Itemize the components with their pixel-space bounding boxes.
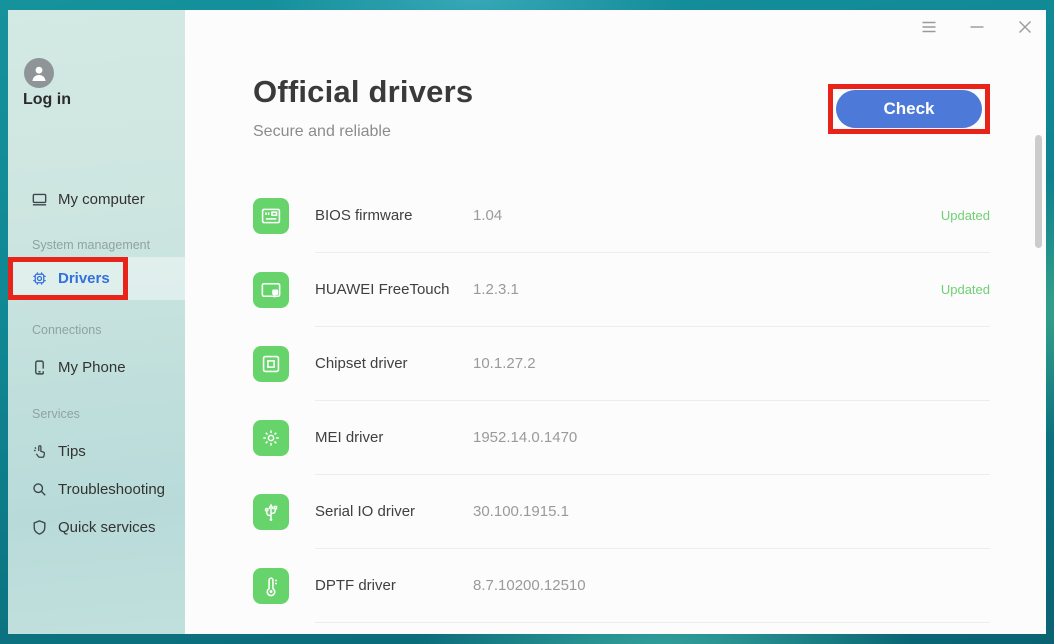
driver-name: DPTF driver <box>315 577 473 594</box>
driver-row[interactable]: BIOS firmware 1.04 Updated <box>253 179 990 253</box>
thermometer-icon <box>253 568 289 604</box>
login-button[interactable]: Log in <box>23 91 71 109</box>
driver-status: Updated <box>941 208 990 223</box>
chip-icon <box>31 270 48 287</box>
sidebar-item-quick-services[interactable]: Quick services <box>8 509 185 545</box>
sidebar-item-label: Quick services <box>58 519 156 536</box>
page-title: Official drivers <box>253 74 473 110</box>
minimize-icon[interactable] <box>969 19 985 35</box>
chipset-icon <box>253 346 289 382</box>
bios-icon <box>253 198 289 234</box>
sidebar-item-label: My computer <box>58 191 145 208</box>
sidebar-item-my-phone[interactable]: My Phone <box>8 349 185 385</box>
sidebar-item-drivers[interactable]: Drivers <box>8 257 185 300</box>
sidebar-item-troubleshooting[interactable]: Troubleshooting <box>8 471 185 507</box>
usb-icon <box>253 494 289 530</box>
phone-icon <box>31 359 48 376</box>
driver-version: 1.2.3.1 <box>473 281 519 298</box>
sidebar-item-label: My Phone <box>58 359 126 376</box>
driver-version: 1952.14.0.1470 <box>473 429 577 446</box>
sidebar-item-label: Troubleshooting <box>58 481 165 498</box>
window-controls <box>921 19 1033 35</box>
sidebar-item-tips[interactable]: Tips <box>8 433 185 469</box>
driver-row[interactable]: HUAWEI FreeTouch 1.2.3.1 Updated <box>253 253 990 327</box>
sidebar-section-system-management: System management <box>32 238 150 254</box>
driver-name: MEI driver <box>315 429 473 446</box>
sidebar-item-label: Drivers <box>58 270 110 287</box>
sidebar-item-label: Tips <box>58 443 86 460</box>
shield-icon <box>31 519 48 536</box>
driver-name: HUAWEI FreeTouch <box>315 281 473 298</box>
touchpad-icon <box>253 272 289 308</box>
magnifier-icon <box>31 481 48 498</box>
avatar[interactable] <box>24 58 54 88</box>
sidebar: Log in My computer System management Dri… <box>8 10 185 634</box>
driver-row[interactable]: Serial IO driver 30.100.1915.1 <box>253 475 990 549</box>
scrollbar-thumb[interactable] <box>1035 135 1042 248</box>
driver-version: 10.1.27.2 <box>473 355 536 372</box>
driver-row[interactable]: DPTF driver 8.7.10200.12510 <box>253 549 990 623</box>
page-subtitle: Secure and reliable <box>253 123 391 141</box>
mei-icon <box>253 420 289 456</box>
driver-version: 30.100.1915.1 <box>473 503 569 520</box>
driver-name: Chipset driver <box>315 355 473 372</box>
app-window: Log in My computer System management Dri… <box>8 10 1046 634</box>
sidebar-item-my-computer[interactable]: My computer <box>8 181 185 217</box>
main-content: Official drivers Secure and reliable Che… <box>185 10 1046 634</box>
annotation-box-check: Check <box>828 84 990 134</box>
driver-status: Updated <box>941 282 990 297</box>
check-button[interactable]: Check <box>836 90 982 128</box>
driver-row[interactable]: MEI driver 1952.14.0.1470 <box>253 401 990 475</box>
tips-icon <box>31 443 48 460</box>
user-icon <box>29 63 49 83</box>
computer-icon <box>31 191 48 208</box>
driver-row[interactable]: Chipset driver 10.1.27.2 <box>253 327 990 401</box>
driver-list: BIOS firmware 1.04 Updated HUAWEI FreeTo… <box>253 179 990 623</box>
driver-name: Serial IO driver <box>315 503 473 520</box>
driver-version: 8.7.10200.12510 <box>473 577 586 594</box>
menu-icon[interactable] <box>921 19 937 35</box>
driver-version: 1.04 <box>473 207 502 224</box>
close-icon[interactable] <box>1017 19 1033 35</box>
sidebar-section-connections: Connections <box>32 323 102 339</box>
sidebar-section-services: Services <box>32 407 80 423</box>
driver-name: BIOS firmware <box>315 207 473 224</box>
